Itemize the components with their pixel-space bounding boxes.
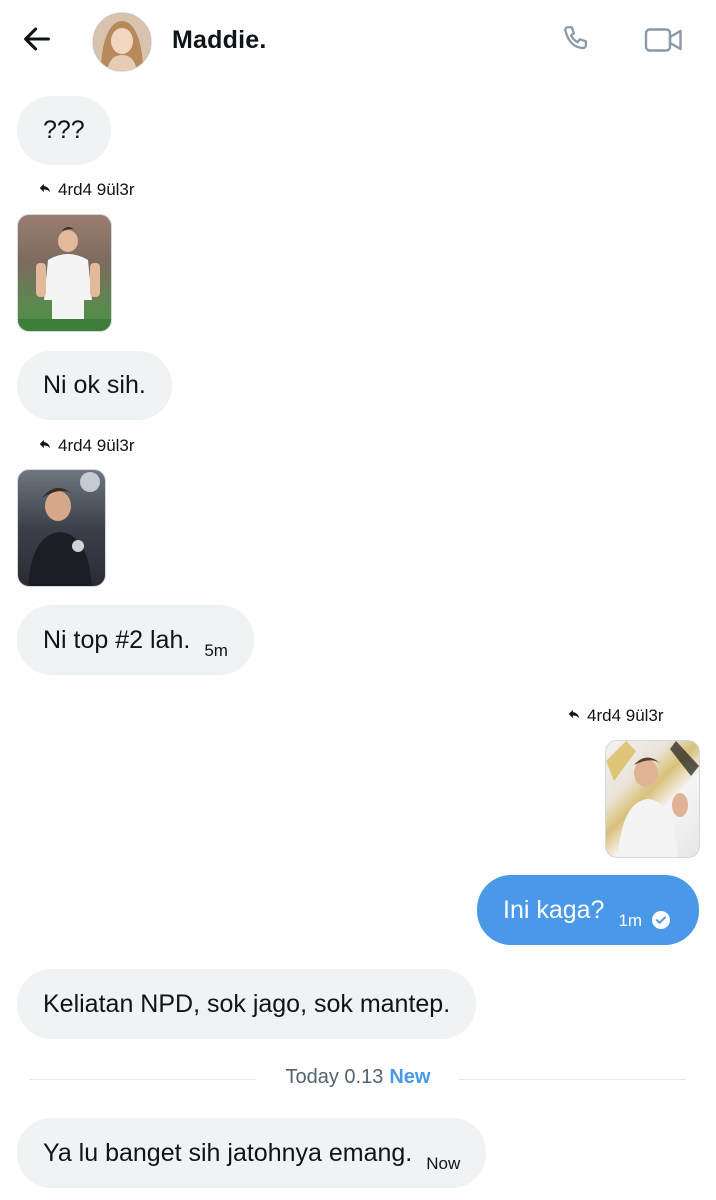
message-text: ???: [43, 116, 85, 144]
quoted-author: 4rd4 9ül3r: [58, 436, 135, 455]
player-photo-illustration: [606, 741, 699, 857]
message-timestamp: Now: [426, 1154, 461, 1173]
conversation-header: Maddie.: [0, 0, 716, 84]
shared-image[interactable]: [605, 740, 700, 858]
message-timestamp: 1m: [618, 911, 643, 930]
message-timestamp: 5m: [204, 641, 228, 660]
message-text: Ni top #2 lah.: [43, 625, 191, 654]
quoted-author: 4rd4 9ül3r: [587, 706, 664, 725]
message-bubble-incoming[interactable]: Ni top #2 lah. 5m: [17, 605, 254, 675]
message-bubble-outgoing[interactable]: Ini kaga? 1m: [477, 875, 699, 945]
player-photo-illustration: [18, 227, 111, 331]
arrow-left-icon: [20, 22, 54, 61]
phone-icon: [558, 22, 594, 63]
message-text: Keliatan NPD, sok jago, sok mantep.: [43, 989, 451, 1018]
quoted-reply-label[interactable]: 4rd4 9ül3r: [38, 436, 135, 456]
message-bubble-incoming[interactable]: Ya lu banget sih jatohnya emang. Now: [17, 1118, 487, 1188]
quoted-reply-label[interactable]: 4rd4 9ül3r: [567, 706, 664, 726]
reply-arrow-icon: [38, 436, 52, 456]
video-camera-icon: [643, 22, 685, 63]
player-photo-illustration: [28, 472, 100, 586]
message-bubble-incoming[interactable]: Keliatan NPD, sok jago, sok mantep.: [17, 969, 477, 1039]
dm-conversation: Maddie. ??? 4rd4 9ül3r Ni ok sih. 4rd4 9…: [0, 0, 716, 1200]
reply-arrow-icon: [567, 706, 581, 726]
message-bubble-incoming[interactable]: Ni ok sih.: [17, 351, 172, 420]
call-button[interactable]: [554, 20, 598, 64]
back-button[interactable]: [16, 20, 58, 62]
video-call-button[interactable]: [640, 20, 688, 64]
new-messages-divider: Today 0.13 New: [0, 1066, 716, 1089]
contact-name[interactable]: Maddie.: [172, 26, 266, 55]
message-text: Ya lu banget sih jatohnya emang.: [43, 1138, 413, 1167]
divider-date: Today 0.13: [285, 1066, 384, 1088]
new-label: New: [389, 1066, 431, 1088]
message-text: Ini kaga?: [503, 895, 605, 924]
shared-image[interactable]: [17, 214, 112, 332]
reply-arrow-icon: [38, 180, 52, 200]
read-receipt-icon: [652, 911, 671, 929]
message-bubble-incoming[interactable]: ???: [17, 96, 111, 165]
quoted-author: 4rd4 9ül3r: [58, 180, 135, 199]
avatar[interactable]: [92, 12, 152, 72]
message-text: Ni ok sih.: [43, 371, 146, 399]
quoted-reply-label[interactable]: 4rd4 9ül3r: [38, 180, 135, 200]
shared-image[interactable]: [17, 469, 106, 587]
